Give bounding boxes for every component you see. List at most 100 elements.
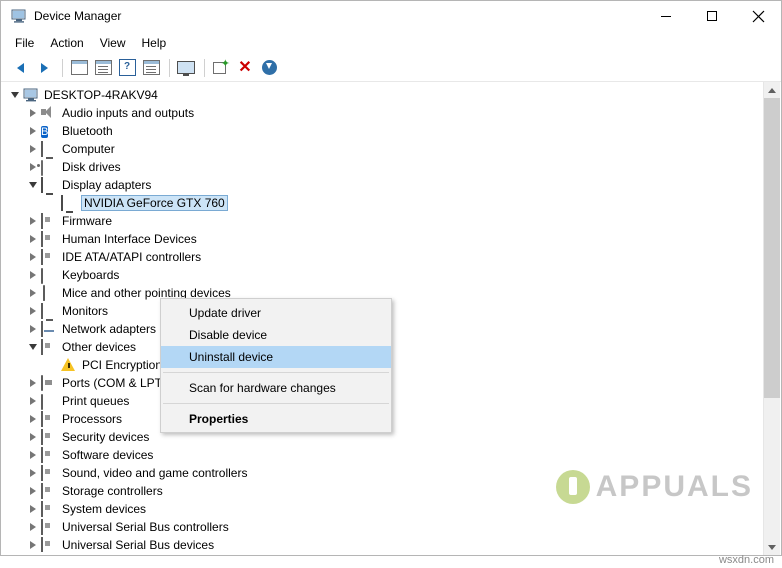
scroll-down-button[interactable] — [764, 539, 780, 555]
expander-processors[interactable] — [25, 411, 41, 427]
tree-node-root[interactable]: DESKTOP-4RAKV94 — [1, 86, 781, 104]
expander-other-devices[interactable] — [25, 339, 41, 355]
context-menu-item-disable-device[interactable]: Disable device — [161, 324, 391, 346]
tree-node-keyboards-label: Keyboards — [62, 268, 120, 282]
other-devices-icon — [41, 339, 58, 355]
scan-hardware-changes-button[interactable]: ✦ — [210, 57, 232, 79]
back-button[interactable] — [9, 57, 31, 79]
tree-node-storage-controllers-label: Storage controllers — [62, 484, 163, 498]
forward-button[interactable] — [33, 57, 55, 79]
minimize-button[interactable] — [643, 1, 689, 31]
device-list-icon — [142, 60, 160, 75]
scrollbar-thumb[interactable] — [764, 98, 780, 398]
context-menu-separator-1 — [163, 372, 389, 373]
expander-system-devices[interactable] — [25, 501, 41, 517]
tree-node-usb-controllers-label: Universal Serial Bus controllers — [62, 520, 229, 534]
expander-usb-devices[interactable] — [25, 537, 41, 552]
tree-node-security-devices-label: Security devices — [62, 430, 150, 444]
toolbar: ? ✦ ✕ — [1, 54, 781, 82]
expander-print-queues[interactable] — [25, 393, 41, 409]
tree-node-usb-devices[interactable]: Universal Serial Bus devices — [1, 536, 781, 552]
menu-help[interactable]: Help — [134, 34, 175, 52]
maximize-button[interactable] — [689, 1, 735, 31]
expander-disk-drives[interactable] — [25, 159, 41, 175]
expander-monitors[interactable] — [25, 303, 41, 319]
menu-view[interactable]: View — [92, 34, 134, 52]
expander-audio[interactable] — [25, 105, 41, 121]
expander-ports[interactable] — [25, 375, 41, 391]
update-driver-button[interactable] — [258, 57, 280, 79]
keyboard-icon — [41, 267, 58, 284]
monitor-button[interactable] — [175, 57, 197, 79]
tree-node-nvidia-gtx-760-label: NVIDIA GeForce GTX 760 — [81, 195, 228, 211]
tree-node-ide-controllers[interactable]: IDE ATA/ATAPI controllers — [1, 248, 781, 266]
tree-node-root-label: DESKTOP-4RAKV94 — [44, 88, 158, 102]
menu-action[interactable]: Action — [42, 34, 91, 52]
toolbar-separator-2 — [169, 58, 170, 77]
properties-icon — [94, 60, 112, 75]
context-menu[interactable]: Update driver Disable device Uninstall d… — [160, 298, 392, 433]
expander-storage-controllers[interactable] — [25, 483, 41, 499]
tree-node-bluetooth[interactable]: B Bluetooth — [1, 122, 781, 140]
mouse-icon — [41, 285, 58, 301]
device-tree[interactable]: DESKTOP-4RAKV94 Audio inputs and outputs… — [1, 82, 781, 552]
uninstall-device-button[interactable]: ✕ — [234, 57, 256, 79]
network-adapter-icon — [41, 321, 58, 337]
tree-node-keyboards[interactable]: Keyboards — [1, 266, 781, 284]
context-menu-item-uninstall-device[interactable]: Uninstall device — [161, 346, 391, 368]
sound-icon — [41, 465, 58, 481]
context-menu-item-properties[interactable]: Properties — [161, 408, 391, 430]
tree-node-audio-label: Audio inputs and outputs — [62, 106, 195, 120]
monitor-icon — [41, 303, 58, 319]
footer-watermark: wsxdn.com — [718, 554, 774, 566]
expander-security-devices[interactable] — [25, 429, 41, 445]
expander-mice[interactable] — [25, 285, 41, 301]
expander-bluetooth[interactable] — [25, 123, 41, 139]
tree-node-audio[interactable]: Audio inputs and outputs — [1, 104, 781, 122]
expander-root[interactable] — [7, 87, 23, 103]
device-view-button[interactable] — [140, 57, 162, 79]
tree-node-human-interface-devices[interactable]: Human Interface Devices — [1, 230, 781, 248]
expander-computer[interactable] — [25, 141, 41, 157]
tree-node-display-adapters[interactable]: Display adapters — [1, 176, 781, 194]
expander-software-devices[interactable] — [25, 447, 41, 463]
computer-icon — [41, 141, 58, 157]
close-button[interactable] — [735, 1, 781, 31]
tree-node-sound-video-game-controllers[interactable]: Sound, video and game controllers — [1, 464, 781, 482]
question-mark-icon: ? — [118, 59, 136, 76]
expander-sound[interactable] — [25, 465, 41, 481]
tree-node-nvidia-gtx-760[interactable]: NVIDIA GeForce GTX 760 — [1, 194, 781, 212]
tree-node-firmware[interactable]: Firmware — [1, 212, 781, 230]
help-button[interactable]: ? — [116, 57, 138, 79]
bluetooth-icon: B — [41, 126, 49, 138]
tree-node-system-devices-label: System devices — [62, 502, 147, 516]
tree-node-software-devices[interactable]: Software devices — [1, 446, 781, 464]
menu-bar: File Action View Help — [1, 32, 781, 54]
tree-node-other-devices-label: Other devices — [62, 340, 137, 354]
tree-node-disk-drives[interactable]: Disk drives — [1, 158, 781, 176]
vertical-scrollbar[interactable] — [763, 82, 780, 555]
tree-node-usb-controllers[interactable]: Universal Serial Bus controllers — [1, 518, 781, 536]
expander-keyboards[interactable] — [25, 267, 41, 283]
tree-node-computer-label: Computer — [62, 142, 115, 156]
scan-hardware-icon: ✦ — [213, 59, 230, 74]
tree-node-storage-controllers[interactable]: Storage controllers — [1, 482, 781, 500]
device-manager-window: Device Manager File Action View Help ? ✦… — [0, 0, 782, 556]
tree-node-system-devices[interactable]: System devices — [1, 500, 781, 518]
tree-node-sound-label: Sound, video and game controllers — [62, 466, 248, 480]
expander-network-adapters[interactable] — [25, 321, 41, 337]
expander-display-adapters[interactable] — [25, 177, 41, 193]
tree-node-computer[interactable]: Computer — [1, 140, 781, 158]
context-menu-item-update-driver[interactable]: Update driver — [161, 302, 391, 324]
show-hide-console-tree-button[interactable] — [68, 57, 90, 79]
expander-ide[interactable] — [25, 249, 41, 265]
expander-firmware[interactable] — [25, 213, 41, 229]
caption-buttons — [643, 1, 781, 31]
tree-node-monitors-label: Monitors — [62, 304, 109, 318]
expander-usb-controllers[interactable] — [25, 519, 41, 535]
scroll-up-button[interactable] — [764, 82, 780, 98]
properties-button[interactable] — [92, 57, 114, 79]
menu-file[interactable]: File — [7, 34, 42, 52]
context-menu-item-scan-for-hardware-changes[interactable]: Scan for hardware changes — [161, 377, 391, 399]
expander-hid[interactable] — [25, 231, 41, 247]
